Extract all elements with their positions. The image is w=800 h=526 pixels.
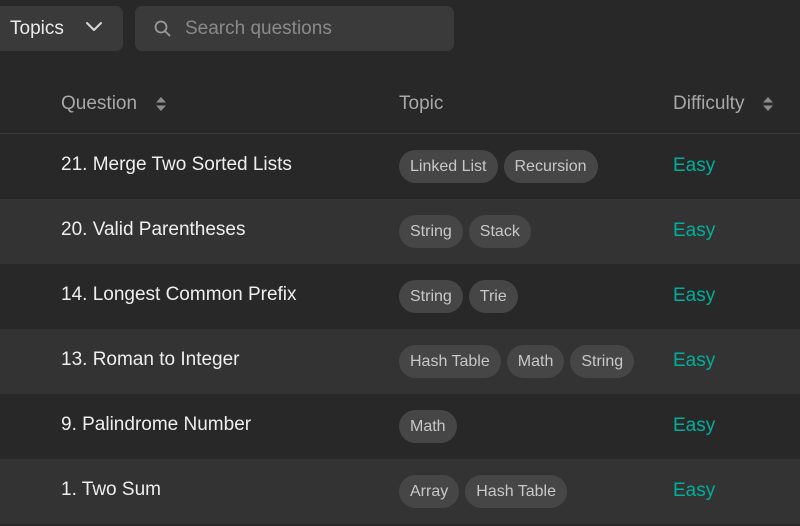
question-title[interactable]: 21. Merge Two Sorted Lists [61,154,292,176]
sort-icon [156,97,167,111]
question-title[interactable]: 1. Two Sum [61,479,161,501]
topics-dropdown[interactable]: Topics [0,6,123,51]
topic-tag[interactable]: Linked List [399,150,498,183]
search-icon [154,20,171,37]
problem-list-page: Topics Question Topic Difficulty [0,0,800,526]
column-header-question-label: Question [61,93,138,114]
topic-tags: Hash Table Math String [399,345,635,378]
search-input[interactable] [185,6,445,51]
column-header-topic: Topic [399,93,443,115]
question-table: 21. Merge Two Sorted Lists Linked List R… [0,134,800,524]
question-title[interactable]: 20. Valid Parentheses [61,219,246,241]
table-row[interactable]: 20. Valid Parentheses String Stack Easy [0,199,800,264]
difficulty-label: Easy [673,285,716,306]
topic-tag[interactable]: Hash Table [399,345,501,378]
column-header-difficulty[interactable]: Difficulty [673,93,774,115]
difficulty-label: Easy [673,220,716,241]
topic-tags: Math [399,410,457,443]
table-row[interactable]: 21. Merge Two Sorted Lists Linked List R… [0,134,800,199]
chevron-down-icon [86,22,102,31]
sort-icon [763,97,774,111]
topic-tag[interactable]: Math [399,410,457,443]
topic-tag[interactable]: Trie [468,280,518,313]
topic-tags: Array Hash Table [399,475,567,508]
toolbar: Topics [0,6,800,52]
topic-tag[interactable]: String [570,345,635,378]
table-row[interactable]: 9. Palindrome Number Math Easy [0,394,800,459]
table-header: Question Topic Difficulty [0,74,800,134]
question-title[interactable]: 14. Longest Common Prefix [61,284,297,306]
topic-tag[interactable]: Recursion [503,150,598,183]
table-row[interactable]: 1. Two Sum Array Hash Table Easy [0,459,800,524]
difficulty-label: Easy [673,350,716,371]
topic-tags: Linked List Recursion [399,150,598,183]
difficulty-label: Easy [673,155,716,176]
topic-tags: String Stack [399,215,531,248]
topic-tag[interactable]: Array [399,475,460,508]
column-header-topic-label: Topic [399,93,444,114]
column-header-difficulty-label: Difficulty [673,93,745,114]
table-row[interactable]: 13. Roman to Integer Hash Table Math Str… [0,329,800,394]
topic-tag[interactable]: String [399,280,463,313]
difficulty-label: Easy [673,480,716,501]
question-title[interactable]: 13. Roman to Integer [61,349,240,371]
difficulty-label: Easy [673,415,716,436]
topic-tags: String Trie [399,280,518,313]
search-box[interactable] [135,6,454,51]
question-title[interactable]: 9. Palindrome Number [61,414,251,436]
topic-tag[interactable]: Stack [468,215,531,248]
topic-tag[interactable]: Hash Table [465,475,567,508]
topic-tag[interactable]: Math [506,345,565,378]
column-header-question[interactable]: Question [61,93,167,115]
table-row[interactable]: 14. Longest Common Prefix String Trie Ea… [0,264,800,329]
topics-dropdown-label: Topics [10,17,64,39]
topic-tag[interactable]: String [399,215,463,248]
